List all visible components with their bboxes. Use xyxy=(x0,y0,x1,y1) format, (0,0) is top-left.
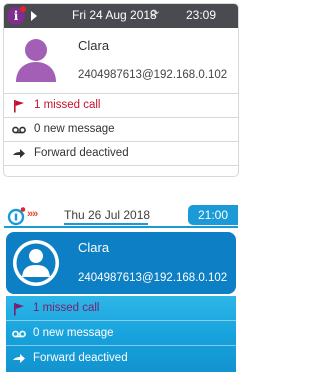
status-date: Thu 26 Jul 2018 xyxy=(64,208,151,222)
user-card[interactable]: Clara 2404987613@192.168.0.102 xyxy=(6,232,236,294)
date-underline xyxy=(64,223,148,225)
user-address: 2404987613@192.168.0.102 xyxy=(78,69,228,81)
missed-call-label: 1 missed call xyxy=(33,302,100,314)
sync-icon: ⟳ xyxy=(150,8,160,20)
status-bar: »» Thu 26 Jul 2018 21:00 xyxy=(4,204,238,228)
status-bar: i Fri 24 Aug 2018 ⟳ 23:09 xyxy=(4,4,238,28)
message-label: 0 new message xyxy=(33,327,114,339)
voicemail-icon xyxy=(12,126,26,134)
brand-logo-icon[interactable] xyxy=(6,206,26,226)
phone-screen-light: »» Thu 26 Jul 2018 21:00 Clara 240498761… xyxy=(4,204,238,378)
forward-label: Forward deactived xyxy=(33,352,128,364)
user-address: 2404987613@192.168.0.102 xyxy=(78,272,228,284)
voicemail-icon xyxy=(12,330,26,338)
message-row[interactable]: 0 new message xyxy=(6,321,236,346)
arrow-right-icon xyxy=(13,354,25,363)
notification-list: 1 missed call 0 new message Forward deac… xyxy=(6,296,236,372)
phone-screen-dark: i Fri 24 Aug 2018 ⟳ 23:09 Clara 24049876… xyxy=(4,4,238,176)
notification-dot-icon xyxy=(20,6,26,12)
play-icon[interactable] xyxy=(31,11,37,21)
flag-icon xyxy=(14,303,24,316)
status-date: Fri 24 Aug 2018 xyxy=(72,8,157,22)
status-time: 23:09 xyxy=(186,8,217,22)
missed-call-row[interactable]: 1 missed call xyxy=(6,296,236,321)
message-label: 0 new message xyxy=(34,123,115,135)
avatar-icon xyxy=(16,39,56,82)
arrow-right-icon xyxy=(13,149,25,158)
forward-row[interactable]: Forward deactived xyxy=(6,346,236,371)
forward-label: Forward deactived xyxy=(34,147,129,159)
user-name: Clara xyxy=(78,240,110,255)
info-icon[interactable]: i xyxy=(7,6,26,25)
forward-row[interactable]: Forward deactived xyxy=(4,142,238,166)
message-row[interactable]: 0 new message xyxy=(4,118,238,142)
user-card[interactable]: Clara 2404987613@192.168.0.102 xyxy=(4,28,238,94)
flag-icon xyxy=(14,100,24,113)
missed-call-row[interactable]: 1 missed call xyxy=(4,94,238,118)
chevrons-icon[interactable]: »» xyxy=(27,208,38,220)
user-name: Clara xyxy=(78,38,110,53)
status-time: 21:00 xyxy=(188,205,238,225)
avatar-icon xyxy=(13,240,59,286)
missed-call-label: 1 missed call xyxy=(34,99,101,111)
info-glyph: i xyxy=(13,9,19,23)
